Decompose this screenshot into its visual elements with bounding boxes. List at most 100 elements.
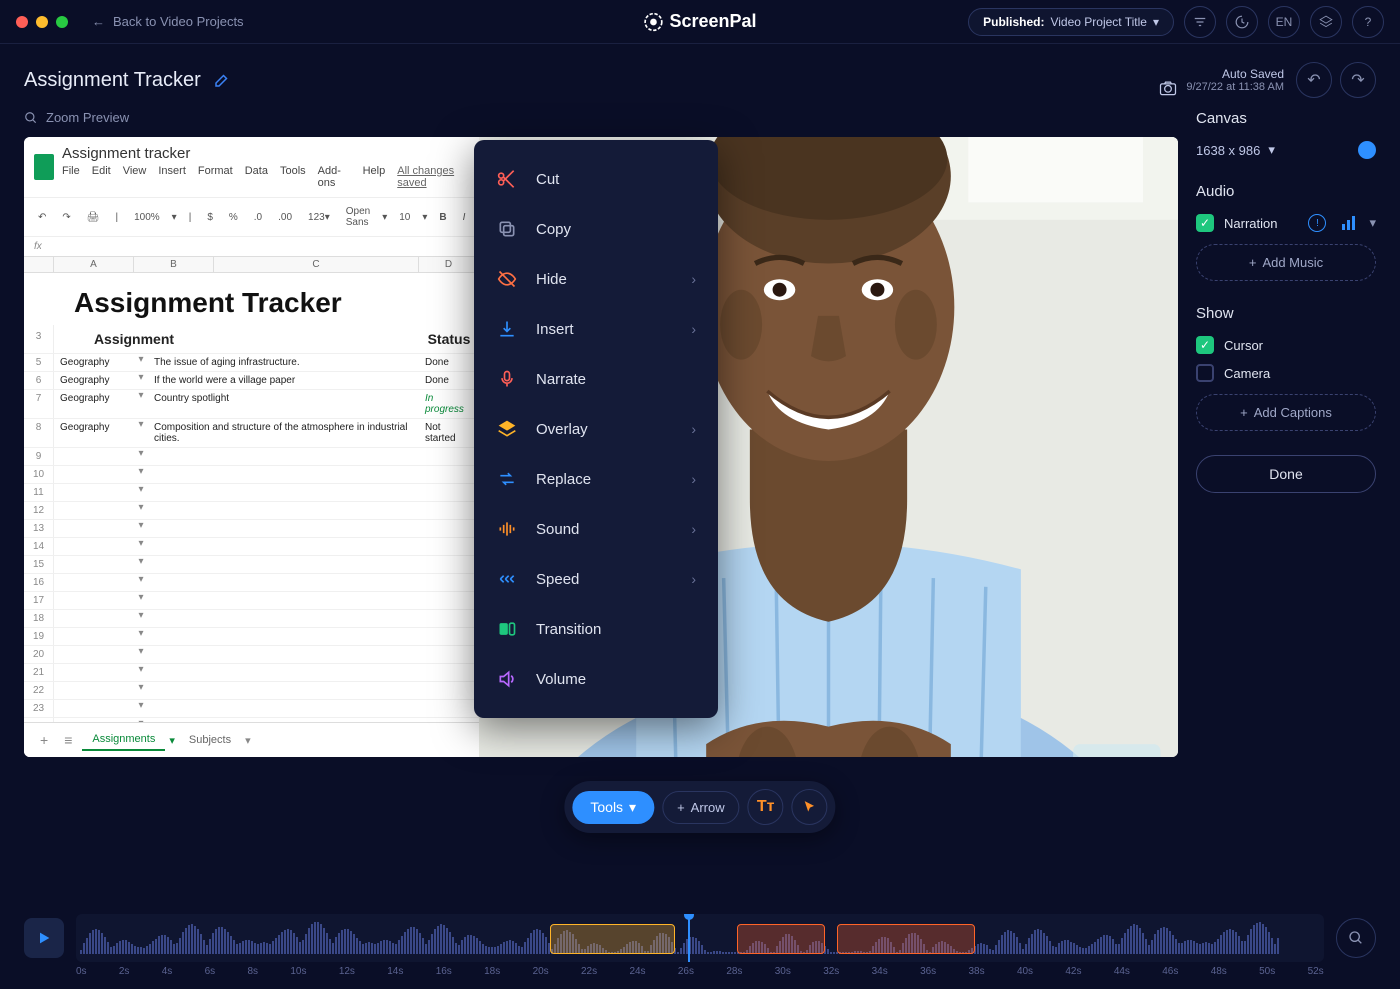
layers-button[interactable] bbox=[1310, 6, 1342, 38]
ctx-label: Cut bbox=[536, 171, 559, 188]
time-label: 28s bbox=[726, 966, 742, 977]
add-music-button[interactable]: + Add Music bbox=[1196, 244, 1376, 281]
chevron-down-icon[interactable]: ▾ bbox=[1369, 215, 1376, 231]
maximize-window-button[interactable] bbox=[56, 16, 68, 28]
time-label: 2s bbox=[119, 966, 130, 977]
done-button[interactable]: Done bbox=[1196, 455, 1376, 493]
ctx-item-hide[interactable]: Hide › bbox=[474, 254, 718, 304]
camera-label: Camera bbox=[1224, 366, 1270, 381]
ss-menu-item[interactable]: Help bbox=[363, 165, 386, 189]
add-captions-button[interactable]: + Add Captions bbox=[1196, 394, 1376, 431]
timeline-segment-orange-2[interactable] bbox=[837, 924, 974, 954]
canvas-color-swatch[interactable] bbox=[1358, 141, 1376, 159]
help-button[interactable]: ? bbox=[1352, 6, 1384, 38]
ctx-label: Insert bbox=[536, 321, 574, 338]
narration-row[interactable]: ✓ Narration ! ▾ bbox=[1196, 214, 1376, 232]
ctx-item-replace[interactable]: Replace› bbox=[474, 454, 718, 504]
narration-label: Narration bbox=[1224, 216, 1277, 231]
time-label: 38s bbox=[969, 966, 985, 977]
screenshot-button[interactable] bbox=[1158, 78, 1178, 103]
ss-empty-row: 20▾ bbox=[24, 645, 479, 663]
camera-icon bbox=[1158, 78, 1178, 98]
spreadsheet-preview: Assignment tracker FileEditViewInsertFor… bbox=[24, 137, 479, 757]
ss-tab-active[interactable]: Assignments bbox=[82, 729, 165, 751]
ss-tab-inactive[interactable]: Subjects bbox=[179, 730, 241, 750]
edit-title-button[interactable] bbox=[213, 71, 231, 89]
zoom-icon bbox=[24, 111, 38, 125]
ctx-item-volume[interactable]: Volume bbox=[474, 654, 718, 704]
playhead[interactable] bbox=[688, 914, 690, 962]
transition-icon bbox=[496, 618, 518, 640]
cursor-row[interactable]: ✓ Cursor bbox=[1196, 336, 1376, 354]
time-label: 10s bbox=[290, 966, 306, 977]
ctx-label: Hide bbox=[536, 271, 567, 288]
autosave-time: 9/27/22 at 11:38 AM bbox=[1186, 81, 1284, 93]
ss-empty-row: 10▾ bbox=[24, 465, 479, 483]
undo-button[interactable]: ↶ bbox=[1296, 62, 1332, 98]
audio-levels-icon[interactable] bbox=[1342, 216, 1355, 230]
filter-button[interactable] bbox=[1184, 6, 1216, 38]
ss-data-rows: 5Geography▾The issue of aging infrastruc… bbox=[24, 353, 479, 447]
back-label: Back to Video Projects bbox=[113, 14, 244, 29]
ss-menu-item[interactable]: Format bbox=[198, 165, 233, 189]
ss-menu-item[interactable]: View bbox=[123, 165, 147, 189]
tools-dropdown[interactable]: Tools ▾ bbox=[572, 791, 654, 824]
ctx-item-insert[interactable]: Insert› bbox=[474, 304, 718, 354]
timeline-segment-orange-1[interactable] bbox=[737, 924, 824, 954]
chevron-right-icon: › bbox=[691, 571, 696, 587]
play-button[interactable] bbox=[24, 918, 64, 958]
ss-menu-item[interactable]: Edit bbox=[92, 165, 111, 189]
ctx-item-copy[interactable]: Copy bbox=[474, 204, 718, 254]
ss-menu-item[interactable]: Data bbox=[245, 165, 268, 189]
zoom-preview-button[interactable]: Zoom Preview bbox=[24, 110, 1178, 125]
ss-formula-bar: fx bbox=[24, 237, 479, 257]
canvas-size-row[interactable]: 1638 x 986 ▾ bbox=[1196, 141, 1376, 159]
ctx-item-speed[interactable]: Speed › bbox=[474, 554, 718, 604]
time-label: 32s bbox=[823, 966, 839, 977]
cursor-label: Cursor bbox=[1224, 338, 1263, 353]
history-button[interactable] bbox=[1226, 6, 1258, 38]
ss-menu-item[interactable]: Tools bbox=[280, 165, 306, 189]
ss-data-row: 5Geography▾The issue of aging infrastruc… bbox=[24, 353, 479, 371]
ctx-label: Replace bbox=[536, 471, 591, 488]
tools-label: Tools bbox=[590, 799, 623, 815]
chevron-right-icon: › bbox=[691, 271, 696, 287]
autosave-status: Auto Saved 9/27/22 at 11:38 AM bbox=[1186, 67, 1284, 93]
ss-menu-item[interactable]: File bbox=[62, 165, 80, 189]
close-window-button[interactable] bbox=[16, 16, 28, 28]
ss-menu-item[interactable]: Insert bbox=[158, 165, 186, 189]
ss-all-tabs[interactable]: ≡ bbox=[58, 732, 78, 748]
insert-icon bbox=[496, 318, 518, 340]
title-row: Assignment Tracker Auto Saved 9/27/22 at… bbox=[0, 44, 1400, 110]
timeline-track[interactable] bbox=[76, 914, 1324, 962]
speed-icon bbox=[496, 568, 518, 590]
arrow-tool-button[interactable]: + Arrow bbox=[662, 791, 740, 824]
minimize-window-button[interactable] bbox=[36, 16, 48, 28]
ctx-item-transition[interactable]: Transition bbox=[474, 604, 718, 654]
timeline-segment-yellow[interactable] bbox=[550, 924, 675, 954]
time-label: 4s bbox=[162, 966, 173, 977]
ctx-item-sound[interactable]: Sound› bbox=[474, 504, 718, 554]
back-button[interactable]: ← Back to Video Projects bbox=[92, 14, 244, 29]
camera-checkbox[interactable] bbox=[1196, 364, 1214, 382]
language-button[interactable]: EN bbox=[1268, 6, 1300, 38]
ss-data-row: 8Geography▾Composition and structure of … bbox=[24, 418, 479, 447]
ctx-item-narrate[interactable]: Narrate bbox=[474, 354, 718, 404]
camera-row[interactable]: Camera bbox=[1196, 364, 1376, 382]
time-label: 50s bbox=[1259, 966, 1275, 977]
timeline-search-button[interactable] bbox=[1336, 918, 1376, 958]
ctx-item-cut[interactable]: Cut bbox=[474, 154, 718, 204]
narration-info-icon[interactable]: ! bbox=[1308, 214, 1326, 232]
app-logo: ScreenPal bbox=[643, 11, 756, 32]
text-tool-button[interactable]: Tт bbox=[748, 789, 784, 825]
ss-add-tab[interactable]: + bbox=[34, 732, 54, 748]
autosave-label: Auto Saved bbox=[1186, 67, 1284, 81]
publish-dropdown[interactable]: Published: Video Project Title ▾ bbox=[968, 8, 1174, 36]
narration-checkbox[interactable]: ✓ bbox=[1196, 214, 1214, 232]
cursor-checkbox[interactable]: ✓ bbox=[1196, 336, 1214, 354]
ss-menu-item[interactable]: Add-ons bbox=[318, 165, 351, 189]
redo-button[interactable]: ↷ bbox=[1340, 62, 1376, 98]
cursor-tool-button[interactable] bbox=[792, 789, 828, 825]
ctx-label: Speed bbox=[536, 571, 579, 588]
ctx-item-overlay[interactable]: Overlay› bbox=[474, 404, 718, 454]
